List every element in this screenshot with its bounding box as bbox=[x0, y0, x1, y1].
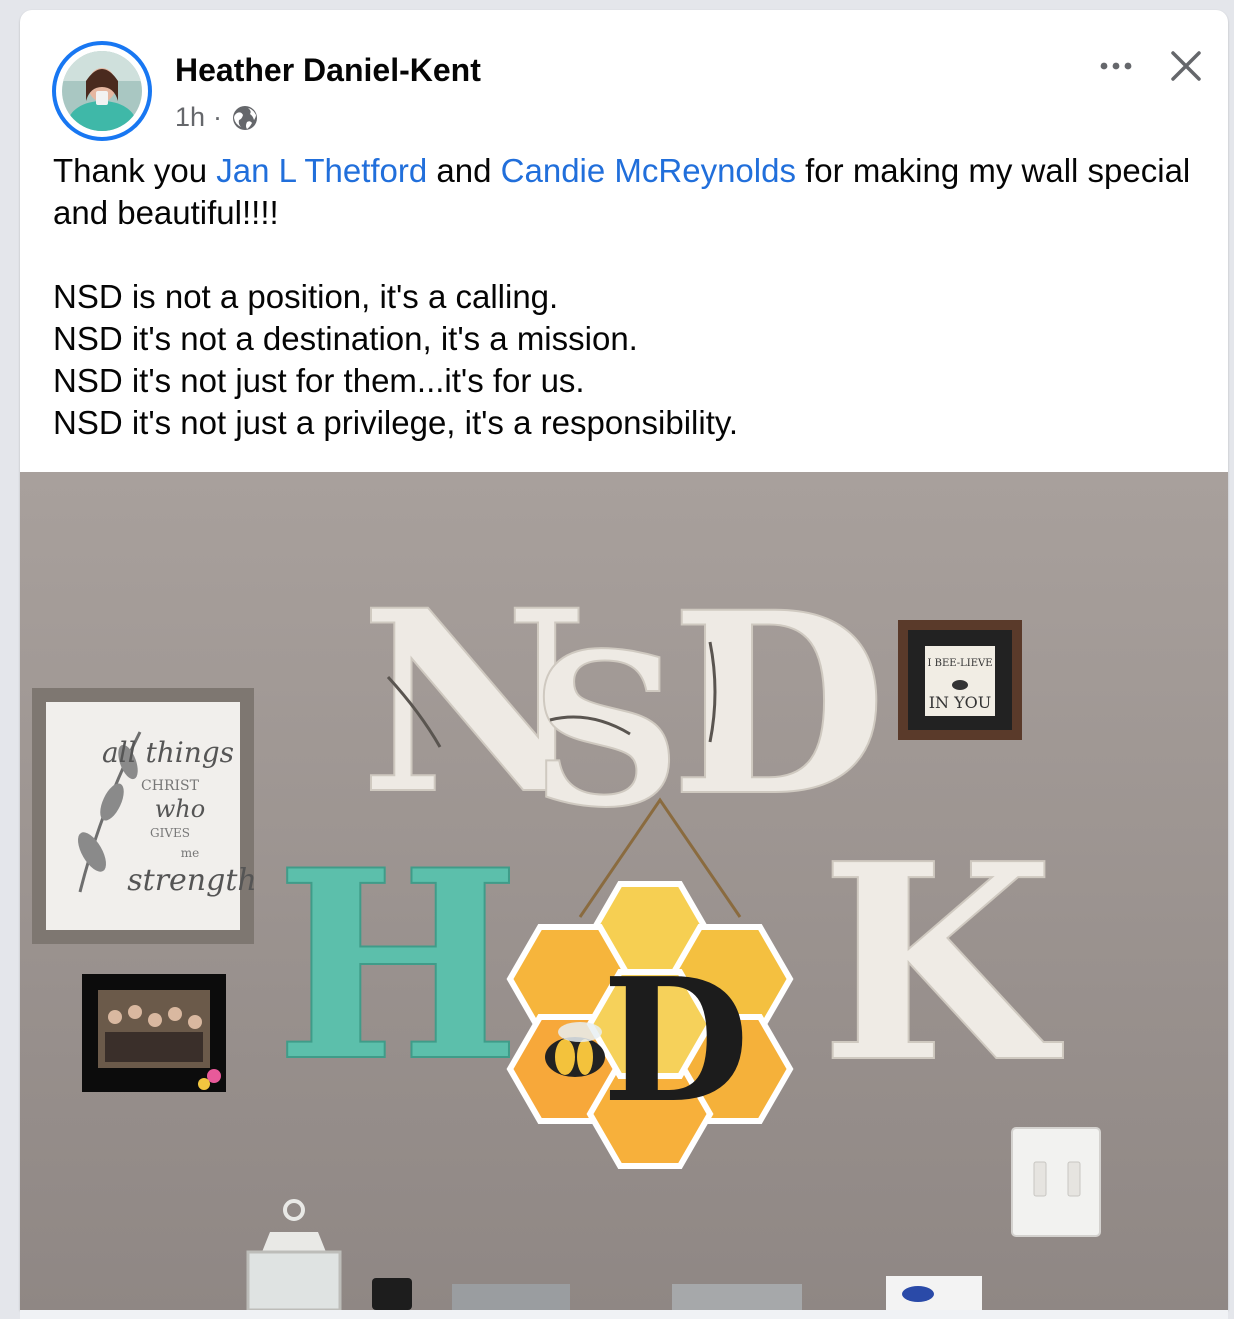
light-switch bbox=[1011, 1127, 1101, 1237]
post-text-line: NSD it's not just for them...it's for us… bbox=[53, 362, 585, 399]
mention-jan-l-thetford[interactable]: Jan L Thetford bbox=[216, 152, 427, 189]
more-options-icon[interactable] bbox=[1094, 48, 1138, 84]
wall-letter: H bbox=[275, 814, 521, 1119]
post-text-line: NSD it's not a destination, it's a missi… bbox=[53, 320, 638, 357]
mention-candie-mcreynolds[interactable]: Candie McReynolds bbox=[501, 152, 796, 189]
meta-separator: · bbox=[213, 102, 223, 132]
bee-frame-text: I BEE-LIEVE bbox=[927, 658, 992, 669]
post-meta: 1h · bbox=[175, 102, 260, 133]
post-card: Heather Daniel-Kent 1h · Thank you Jan L… bbox=[20, 10, 1228, 1310]
bee-frame: I BEE-LIEVE IN YOU bbox=[898, 620, 1022, 740]
wall-letter: K bbox=[820, 804, 1065, 1122]
wall-letter: S bbox=[530, 607, 682, 854]
photo-frame bbox=[82, 974, 226, 1092]
post-timestamp[interactable]: 1h bbox=[175, 102, 205, 133]
close-icon[interactable] bbox=[1166, 46, 1206, 86]
post-text: Thank you Jan L Thetford and Candie McRe… bbox=[53, 150, 1203, 444]
author-name[interactable]: Heather Daniel-Kent bbox=[175, 52, 481, 89]
sign-text: strength bbox=[127, 863, 256, 898]
post-photo[interactable]: all things CHRIST who GIVES me strength bbox=[20, 472, 1228, 1310]
bee-frame-text: IN YOU bbox=[929, 693, 992, 712]
framed-sign: all things CHRIST who GIVES me strength bbox=[32, 688, 257, 944]
sign-text: who bbox=[155, 795, 205, 823]
feed-bottom-edge bbox=[20, 1310, 1228, 1319]
post-text-intro: Thank you Jan L Thetford and Candie McRe… bbox=[53, 152, 1191, 231]
avatar bbox=[62, 51, 142, 131]
honeycomb-sign: D bbox=[506, 881, 794, 1169]
sign-text: CHRIST bbox=[141, 778, 200, 794]
sign-text: GIVES bbox=[150, 826, 190, 840]
author-avatar[interactable] bbox=[52, 41, 152, 141]
globe-icon[interactable] bbox=[230, 103, 260, 133]
sign-text: all things bbox=[102, 736, 234, 769]
post-text-line: NSD is not a position, it's a calling. bbox=[53, 278, 559, 315]
wall-letter: D bbox=[602, 941, 749, 1141]
sign-text: me bbox=[181, 846, 199, 860]
post-text-line: NSD it's not just a privilege, it's a re… bbox=[53, 404, 739, 441]
